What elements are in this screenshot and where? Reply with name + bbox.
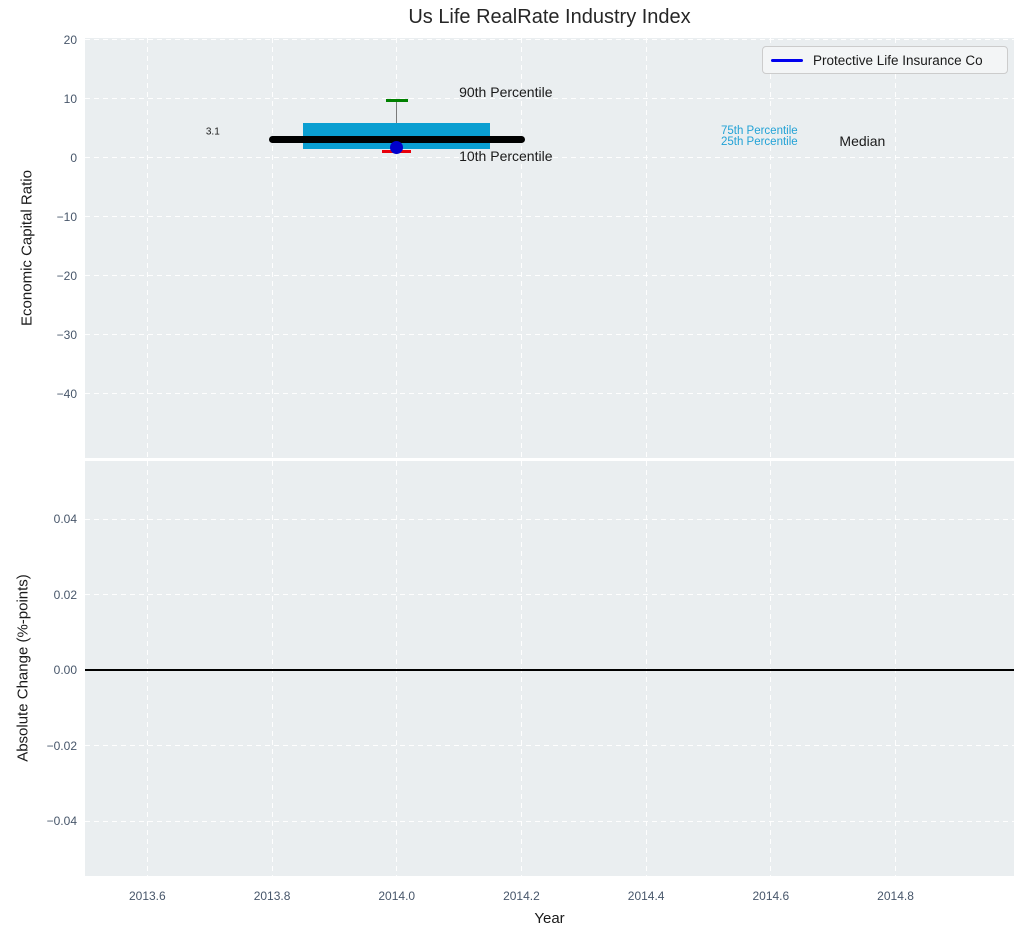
horizontal-gridline xyxy=(85,745,1014,747)
zero-line xyxy=(85,669,1014,672)
p90-label: 90th Percentile xyxy=(459,84,553,101)
p10-label: 10th Percentile xyxy=(459,147,553,164)
vertical-gridline xyxy=(146,38,148,458)
x-tick-label: 2013.8 xyxy=(253,889,291,903)
vertical-gridline xyxy=(895,38,897,458)
p75-label: 75th Percentile xyxy=(720,124,798,137)
legend-line-swatch xyxy=(771,58,803,62)
y-tick-label-bottom: 0.02 xyxy=(53,587,77,602)
vertical-gridline xyxy=(271,38,273,458)
horizontal-gridline xyxy=(85,334,1014,336)
x-tick-label: 2014.6 xyxy=(752,889,790,903)
y-tick-label-top: −40 xyxy=(56,386,77,401)
y-tick-label-bottom: 0.00 xyxy=(53,663,77,678)
y-tick-label-bottom: −0.02 xyxy=(46,738,77,753)
horizontal-gridline xyxy=(85,518,1014,520)
horizontal-gridline xyxy=(85,275,1014,277)
y-tick-label-top: 10 xyxy=(63,91,77,106)
x-tick-label: 2014.0 xyxy=(378,889,416,903)
vertical-gridline xyxy=(645,38,647,458)
x-tick-label: 2014.8 xyxy=(877,889,914,903)
vertical-gridline xyxy=(520,38,522,458)
horizontal-gridline xyxy=(85,393,1014,395)
horizontal-gridline xyxy=(85,820,1014,822)
y-tick-label-top: 20 xyxy=(63,32,77,47)
vertical-gridline xyxy=(770,38,772,458)
y-tick-label-bottom: 0.04 xyxy=(53,512,77,527)
y-tick-label-top: −30 xyxy=(56,327,77,342)
x-tick-label: 2014.2 xyxy=(503,889,540,903)
y-tick-label-bottom: −0.04 xyxy=(46,814,77,829)
cap-90th-percentile xyxy=(385,99,408,103)
y-tick-label-top: −20 xyxy=(56,268,77,283)
y-axis-label-top: Economic Capital Ratio xyxy=(18,170,36,326)
figure: Us Life RealRate Industry Index Economic… xyxy=(0,0,1025,940)
p25-label: 25th Percentile xyxy=(720,135,798,148)
x-tick-label: 2013.6 xyxy=(128,889,166,903)
x-axis-label: Year xyxy=(534,910,565,927)
legend: Protective Life Insurance Co xyxy=(762,46,1008,74)
median-label: Median xyxy=(839,133,886,150)
x-tick-label: 2014.4 xyxy=(627,889,665,903)
median-value-label: 3.1 xyxy=(205,126,220,138)
horizontal-gridline xyxy=(85,39,1014,41)
legend-label: Protective Life Insurance Co xyxy=(813,52,983,68)
axes-top-economic-capital-ratio xyxy=(85,38,1014,458)
horizontal-gridline xyxy=(85,216,1014,218)
y-tick-label-top: 0 xyxy=(70,150,77,165)
chart-title: Us Life RealRate Industry Index xyxy=(408,6,691,28)
y-tick-label-top: −10 xyxy=(56,209,77,224)
horizontal-gridline xyxy=(85,594,1014,596)
